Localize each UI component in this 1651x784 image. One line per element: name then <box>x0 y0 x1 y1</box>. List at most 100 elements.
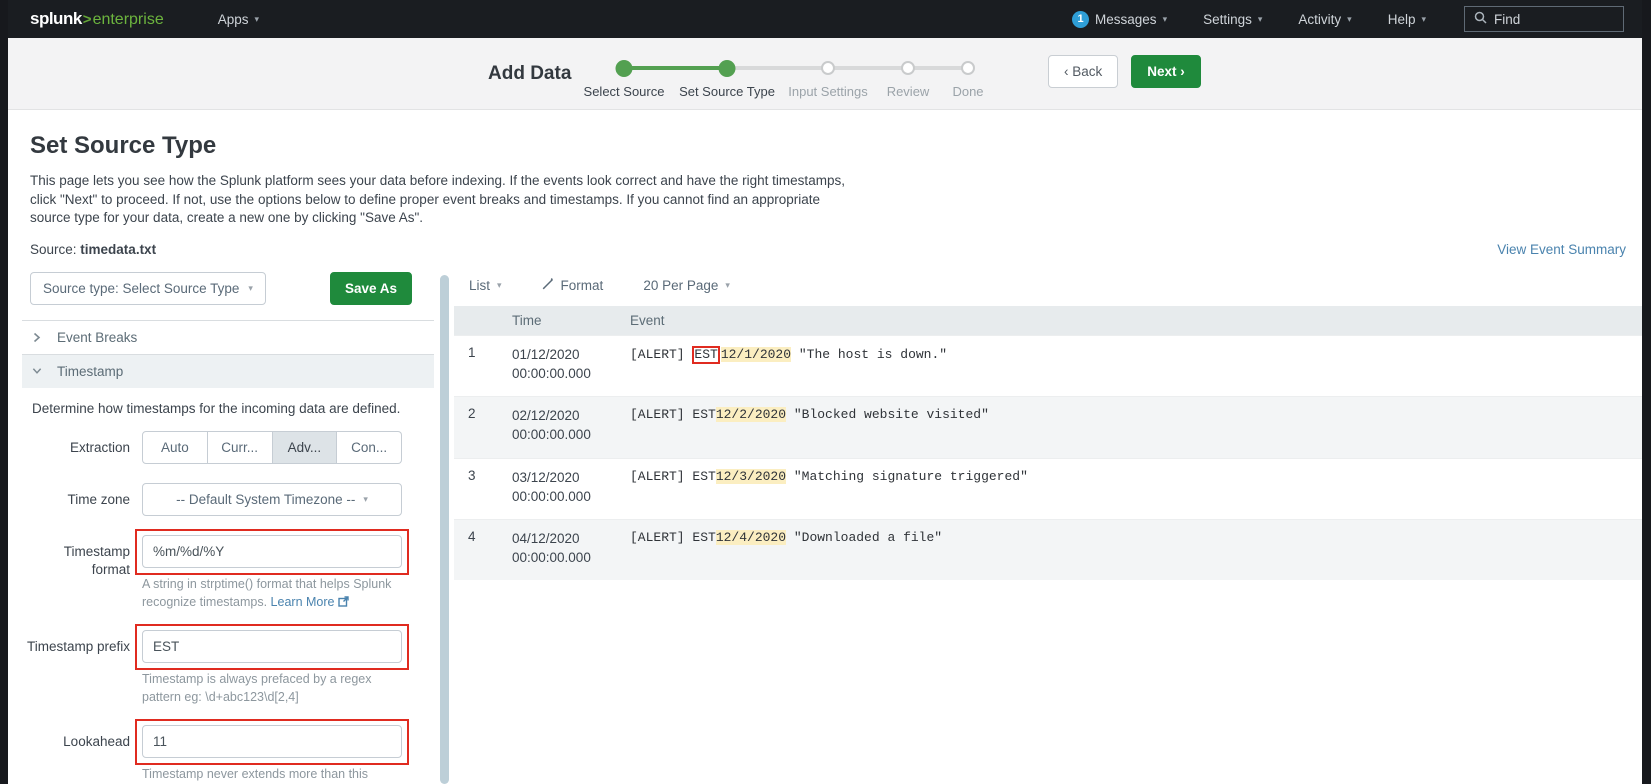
table-row: 4 04/12/2020 00:00:00.000 [ALERT] EST12/… <box>454 519 1642 580</box>
caret-down-icon: ▾ <box>497 281 502 290</box>
timestamp-prefix-row: Timestamp prefix Timestamp is always pre… <box>22 630 434 706</box>
table-row: 2 02/12/2020 00:00:00.000 [ALERT] EST12/… <box>454 396 1642 457</box>
step-label-done: Done <box>952 84 983 99</box>
caret-down-icon: ▾ <box>255 15 260 24</box>
row-number: 1 <box>454 345 512 383</box>
timestamp-highlight: 12/4/2020 <box>716 530 786 545</box>
per-page-dropdown[interactable]: 20 Per Page ▾ <box>643 278 730 293</box>
row-date: 02/12/2020 <box>512 406 630 425</box>
chevron-down-icon <box>32 367 42 375</box>
find-search-box[interactable] <box>1464 6 1624 32</box>
timestamp-prefix-help: Timestamp is always prefaced by a regex … <box>142 670 410 706</box>
row-date: 01/12/2020 <box>512 345 630 364</box>
row-number: 4 <box>454 529 512 567</box>
header-spacer <box>454 313 512 328</box>
row-number: 3 <box>454 468 512 506</box>
view-event-summary-link[interactable]: View Event Summary <box>1497 242 1626 257</box>
save-as-button[interactable]: Save As <box>330 272 412 305</box>
extraction-option-configuration[interactable]: Con... <box>337 431 402 464</box>
source-type-config-panel: Source type: Select Source Type ▾ Save A… <box>22 269 434 784</box>
event-est: EST <box>692 469 715 484</box>
timestamp-highlight: 12/2/2020 <box>716 407 786 422</box>
learn-more-link[interactable]: Learn More <box>271 595 349 609</box>
extraction-option-auto[interactable]: Auto <box>142 431 208 464</box>
list-view-label: List <box>469 278 490 293</box>
caret-down-icon: ▾ <box>1163 15 1168 24</box>
row-event-text: [ALERT] EST12/3/2020 "Matching signature… <box>630 468 1642 506</box>
messages-count-badge: 1 <box>1072 11 1089 28</box>
source-type-dropdown-label: Source type: Select Source Type <box>43 281 239 296</box>
caret-down-icon: ▾ <box>1421 15 1426 24</box>
row-time: 03/12/2020 00:00:00.000 <box>512 468 630 506</box>
row-event-text: [ALERT] EST12/1/2020 "The host is down." <box>630 345 1642 383</box>
table-row: 3 03/12/2020 00:00:00.000 [ALERT] EST12/… <box>454 458 1642 519</box>
timestamp-format-input[interactable] <box>142 535 402 568</box>
caret-down-icon: ▾ <box>248 284 253 293</box>
nav-activity-menu[interactable]: Activity ▾ <box>1298 12 1351 27</box>
event-column-header: Event <box>630 313 1642 328</box>
step-label-input-settings: Input Settings <box>788 84 868 99</box>
format-menu[interactable]: Format <box>542 278 604 293</box>
row-clock: 00:00:00.000 <box>512 487 630 506</box>
extraction-option-advanced[interactable]: Adv... <box>273 431 338 464</box>
page-description: This page lets you see how the Splunk pl… <box>30 172 852 228</box>
timestamp-format-help-text: A string in strptime() format that helps… <box>142 577 391 609</box>
progress-track-complete <box>624 66 727 70</box>
event-breaks-section-header[interactable]: Event Breaks <box>22 320 434 354</box>
source-type-dropdown[interactable]: Source type: Select Source Type ▾ <box>30 272 266 305</box>
timezone-control: -- Default System Timezone -- ▾ <box>142 483 402 516</box>
lookahead-input[interactable] <box>142 725 402 758</box>
row-date: 04/12/2020 <box>512 529 630 548</box>
row-clock: 00:00:00.000 <box>512 548 630 567</box>
list-view-dropdown[interactable]: List ▾ <box>469 278 502 293</box>
timezone-dropdown[interactable]: -- Default System Timezone -- ▾ <box>142 483 402 516</box>
row-event-text: [ALERT] EST12/4/2020 "Downloaded a file" <box>630 529 1642 567</box>
back-button[interactable]: ‹ Back <box>1048 55 1118 88</box>
nav-apps-label: Apps <box>218 12 249 27</box>
config-panel-top: Source type: Select Source Type ▾ Save A… <box>22 269 434 320</box>
event-prefix: [ALERT] <box>630 347 692 362</box>
timezone-row: Time zone -- Default System Timezone -- … <box>22 483 434 516</box>
nav-settings-menu[interactable]: Settings ▾ <box>1203 12 1262 27</box>
splunk-logo[interactable]: splunk > enterprise <box>30 9 164 29</box>
step-dot-review <box>901 61 915 75</box>
row-event-text: [ALERT] EST12/2/2020 "Blocked website vi… <box>630 406 1642 444</box>
page-title: Set Source Type <box>30 132 1642 160</box>
caret-down-icon: ▾ <box>1258 15 1263 24</box>
event-est: EST <box>692 407 715 422</box>
timestamp-prefix-input[interactable] <box>142 630 402 663</box>
timestamp-prefix-label: Timestamp prefix <box>22 630 142 706</box>
caret-down-icon: ▾ <box>363 495 368 504</box>
splunk-app: splunk > enterprise Apps ▾ 1 Messages ▾ … <box>8 0 1642 784</box>
vertical-scrollbar[interactable] <box>440 275 449 784</box>
add-data-wizard-bar: Add Data Select Source Set Source Type I… <box>8 38 1642 110</box>
nav-apps-menu[interactable]: Apps ▾ <box>218 12 259 27</box>
row-time: 04/12/2020 00:00:00.000 <box>512 529 630 567</box>
extraction-option-current[interactable]: Curr... <box>208 431 273 464</box>
event-message: "Blocked website visited" <box>786 407 989 422</box>
source-label: Source: <box>30 242 77 257</box>
lookahead-control: Timestamp never extends more than this n… <box>142 725 402 784</box>
nav-help-menu[interactable]: Help ▾ <box>1388 12 1426 27</box>
event-prefix: [ALERT] <box>630 407 692 422</box>
time-column-header: Time <box>512 313 630 328</box>
caret-down-icon: ▾ <box>1347 15 1352 24</box>
nav-help-label: Help <box>1388 12 1416 27</box>
timestamp-section-header[interactable]: Timestamp <box>22 354 434 388</box>
step-dot-input-settings <box>821 61 835 75</box>
row-clock: 00:00:00.000 <box>512 364 630 383</box>
next-button[interactable]: Next › <box>1131 55 1201 88</box>
nav-messages-menu[interactable]: 1 Messages ▾ <box>1072 11 1167 28</box>
row-time: 02/12/2020 00:00:00.000 <box>512 406 630 444</box>
logo-gt-icon: > <box>83 11 92 28</box>
nav-right-group: 1 Messages ▾ Settings ▾ Activity ▾ Help … <box>1072 6 1624 32</box>
timezone-label: Time zone <box>22 483 142 516</box>
extraction-row: Extraction Auto Curr... Adv... Con... <box>22 431 434 464</box>
timestamp-format-row: Timestamp format A string in strptime() … <box>22 535 434 611</box>
timestamp-highlight: 12/3/2020 <box>716 469 786 484</box>
step-dot-set-source-type <box>719 60 736 77</box>
find-search-input[interactable] <box>1494 12 1594 27</box>
wizard-title: Add Data <box>488 63 571 85</box>
extraction-label: Extraction <box>22 431 142 464</box>
event-breaks-label: Event Breaks <box>57 330 137 345</box>
